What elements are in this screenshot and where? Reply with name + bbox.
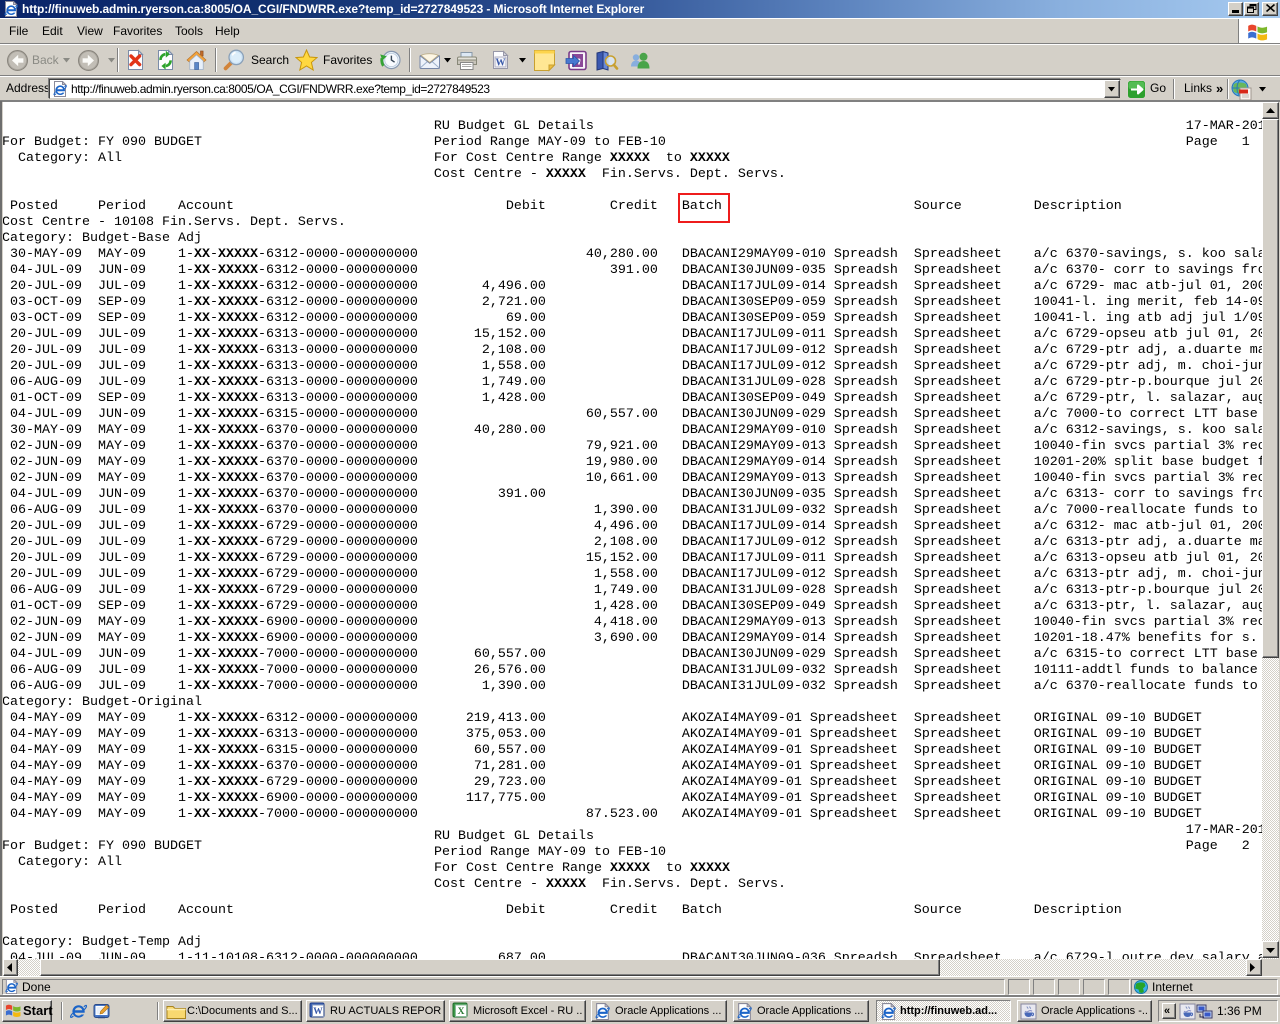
svg-text:W: W <box>313 1007 323 1017</box>
svg-text:W: W <box>496 58 506 69</box>
svg-text:X: X <box>458 1007 465 1017</box>
